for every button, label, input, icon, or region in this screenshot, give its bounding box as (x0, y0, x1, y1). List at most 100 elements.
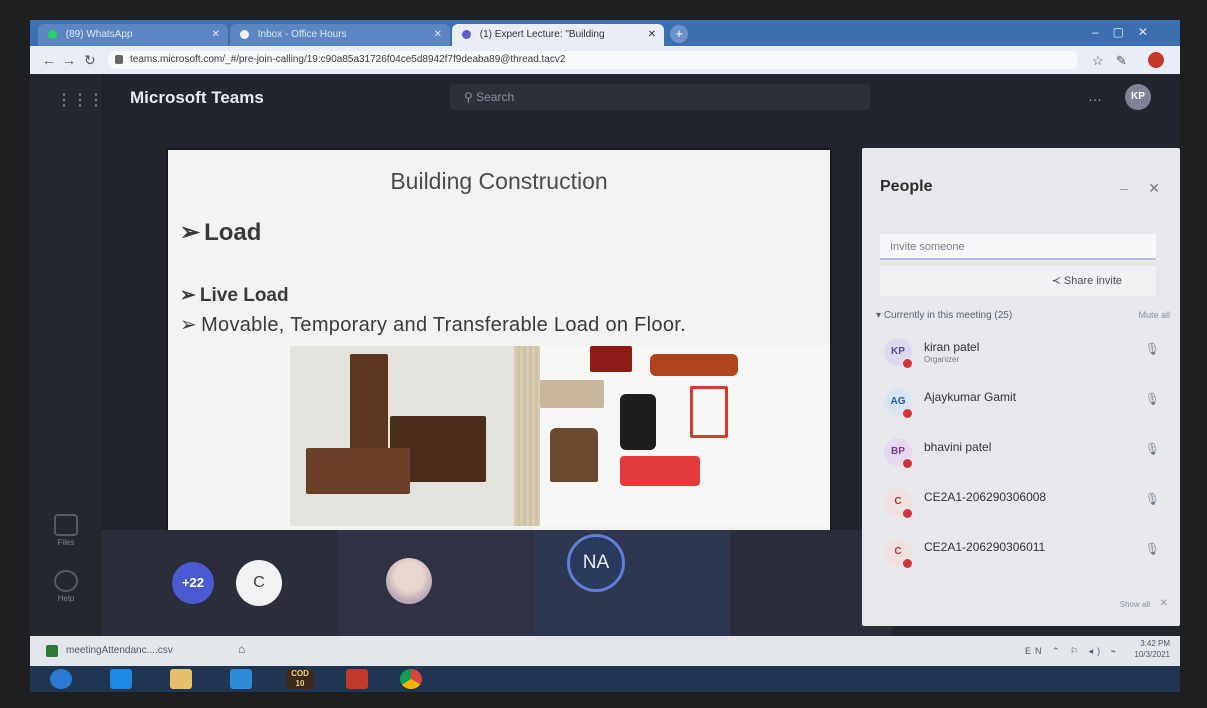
reload-icon[interactable]: ↻ (84, 52, 96, 69)
participant-row[interactable]: BP bhavini patel 🎙 (884, 434, 1174, 472)
bed-shape (540, 380, 604, 408)
participant-row[interactable]: KP kiran patel Organizer 🎙 (884, 334, 1174, 372)
participant-avatar[interactable]: C (236, 560, 282, 606)
edge-icon[interactable] (110, 669, 132, 689)
video-tile[interactable] (338, 530, 534, 636)
furniture-image-cabinets (290, 346, 514, 526)
office-icon (240, 29, 249, 39)
search-input[interactable]: ⚲ Search (450, 84, 870, 110)
bullet-arrow-icon: ➢ (180, 219, 201, 246)
close-icon[interactable]: ✕ (212, 24, 220, 46)
participant-row[interactable]: C CE2A1-206290306011 🎙 (884, 534, 1174, 572)
clock-date: 10/3/2021 (1134, 650, 1170, 659)
participant-role: Organizer (924, 355, 960, 364)
app-title: Microsoft Teams (130, 88, 264, 107)
mic-off-icon[interactable]: 🎙 (1145, 492, 1160, 506)
csv-file-icon (46, 645, 58, 657)
participant-photo-avatar[interactable] (386, 558, 432, 604)
participant-strip (102, 530, 892, 636)
bullet-text: Movable, Temporary and Transferable Load… (201, 314, 686, 336)
tab-teams-lecture[interactable]: (1) Expert Lecture: "Building ✕ (452, 24, 664, 46)
help-icon[interactable] (54, 570, 78, 592)
back-icon[interactable]: ← (42, 52, 56, 68)
windows-taskbar: COD 10 (30, 666, 1180, 692)
shared-slide: Building Construction ➢ Load ➢ Live Load ➢… (168, 150, 830, 530)
participant-name: kiran patel (924, 340, 980, 354)
clock[interactable]: 3:42 PM 10/3/2021 (1134, 638, 1170, 660)
slide-bullet: ➢ Load (180, 218, 261, 247)
forward-icon[interactable]: → (62, 52, 76, 68)
extension-icon[interactable]: ✎ (1116, 53, 1127, 69)
participant-avatar[interactable]: NA (567, 534, 625, 592)
mic-off-icon[interactable]: 🎙 (1145, 442, 1160, 456)
bullet-arrow-icon: ➢ (180, 314, 198, 336)
teams-window: ⋮⋮⋮ Files Help Microsoft Teams ⚲ Search … (30, 74, 1180, 636)
video-tile[interactable] (534, 530, 730, 636)
app-launcher-icon[interactable]: ⋮⋮⋮ (56, 90, 104, 110)
mic-off-icon[interactable]: 🎙 (1145, 342, 1160, 356)
close-icon[interactable]: ✕ (434, 24, 442, 46)
lock-icon (115, 55, 123, 64)
files-icon[interactable] (54, 514, 78, 536)
close-icon[interactable]: ✕ (1148, 180, 1160, 197)
folder-icon[interactable] (170, 669, 192, 689)
download-item[interactable]: meetingAttendanc....csv (66, 645, 173, 656)
close-icon[interactable]: ✕ (1160, 598, 1168, 609)
whatsapp-icon (48, 29, 57, 39)
window-controls[interactable]: –▢✕ (1092, 25, 1162, 39)
tab-inbox[interactable]: Inbox - Office Hours ✕ (230, 24, 450, 46)
url-text: teams.microsoft.com/_#/pre-join-calling/… (130, 54, 566, 65)
minimize-icon[interactable]: – (1120, 180, 1128, 196)
close-icon[interactable]: ✕ (648, 24, 656, 46)
my-avatar[interactable]: KP (1125, 84, 1151, 110)
lounge-chair-shape (550, 428, 598, 482)
bullet-text: Load (204, 219, 262, 246)
game-cod-icon[interactable]: COD 10 (286, 669, 314, 689)
clock-time: 3:42 PM (1140, 639, 1170, 648)
tab-whatsapp[interactable]: (89) WhatsApp ✕ (38, 24, 228, 46)
media-player-icon[interactable] (230, 669, 252, 689)
profile-avatar[interactable] (1148, 52, 1164, 68)
book-app-icon[interactable] (346, 669, 368, 689)
mic-off-icon[interactable]: 🎙 (1145, 392, 1160, 406)
tab-label: (89) WhatsApp (65, 29, 133, 40)
share-invite-button[interactable]: ≺ Share invite (880, 266, 1156, 296)
chrome-icon[interactable] (400, 669, 422, 689)
participant-name: bhavini patel (924, 440, 992, 454)
mute-all-button[interactable]: Mute all (1138, 310, 1170, 320)
participant-name: CE2A1-206290306011 (924, 540, 1046, 554)
cod-label: COD (291, 669, 309, 678)
participant-name: CE2A1-206290306008 (924, 490, 1047, 504)
presence-busy-icon (902, 458, 913, 469)
participant-row[interactable]: C CE2A1-206290306008 🎙 (884, 484, 1174, 522)
furniture-image-chairs (540, 346, 828, 526)
sofa-shape (650, 354, 738, 376)
cursor-icon: ⌂ (238, 642, 246, 656)
chevron-down-icon: ▾ (876, 310, 884, 321)
share-icon: ≺ (1051, 275, 1064, 287)
invite-input[interactable]: Invite someone (880, 234, 1156, 260)
tab-label: (1) Expert Lecture: "Building (479, 29, 605, 40)
mic-off-icon[interactable]: 🎙 (1145, 542, 1160, 556)
show-all-link[interactable]: Show all (1120, 600, 1150, 609)
system-tray[interactable]: EN ⌃ ⚐ ◂) ⌁ (1025, 646, 1120, 657)
red-sofa-shape (620, 456, 700, 486)
star-icon[interactable]: ☆ (1092, 53, 1104, 69)
chest-shape (306, 448, 410, 494)
slide-bullet: ➢ Movable, Temporary and Transferable Loa… (180, 312, 686, 337)
app-rail: ⋮⋮⋮ Files Help (30, 74, 104, 636)
url-field[interactable]: teams.microsoft.com/_#/pre-join-calling/… (108, 51, 1078, 69)
browser-tab-bar: (89) WhatsApp ✕ Inbox - Office Hours ✕ (… (30, 20, 1180, 46)
more-options-icon[interactable]: … (1088, 88, 1102, 104)
presence-busy-icon (902, 508, 913, 519)
meeting-section-header[interactable]: ▾ Currently in this meeting (25) (876, 310, 1012, 321)
new-tab-button[interactable]: + (670, 25, 688, 43)
participant-row[interactable]: AG Ajaykumar Gamit 🎙 (884, 384, 1174, 422)
presence-busy-icon (902, 358, 913, 369)
more-participants-badge[interactable]: +22 (172, 562, 214, 604)
bullet-arrow-icon: ➢ (180, 285, 196, 306)
presence-busy-icon (902, 558, 913, 569)
cod-sub: 10 (295, 679, 305, 688)
start-icon[interactable] (50, 669, 72, 689)
presence-busy-icon (902, 408, 913, 419)
